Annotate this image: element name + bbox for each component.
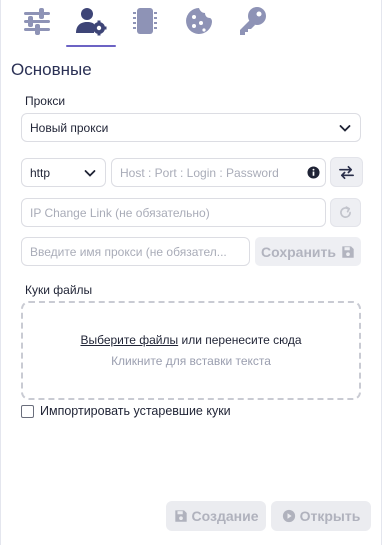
create-button[interactable]: Создание [166,501,266,531]
swap-button[interactable] [330,157,363,187]
swap-arrows-icon [339,165,354,179]
user-gear-icon [76,8,107,36]
tab-settings[interactable] [10,0,64,48]
chevron-down-icon [339,124,351,132]
open-label: Открыть [299,508,361,524]
cookies-label: Куки файлы [25,283,93,297]
import-old-cookies-row[interactable]: Импортировать устаревшие куки [21,404,231,418]
save-button[interactable]: Сохранить [255,237,361,266]
import-old-cookies-checkbox[interactable] [21,404,34,418]
name-input[interactable]: Введите имя прокси (не обязател... [30,245,227,259]
create-label: Создание [191,508,259,524]
proxy-select[interactable]: Новый прокси [21,113,361,142]
proxy-label: Прокси [25,94,66,108]
change-link-input[interactable] [30,205,325,220]
cookie-drop-zone[interactable]: Выберите файлы или перенесите сюда Кликн… [21,301,361,400]
info-icon[interactable] [307,166,320,179]
import-old-cookies-label: Импортировать устаревшие куки [40,404,231,418]
select-files-link[interactable]: Выберите файлы [80,333,178,347]
open-button[interactable]: Открыть [271,501,371,531]
change-link-wrap [21,198,326,227]
refresh-icon [340,206,351,218]
protocol-value: http [30,165,51,180]
host-input[interactable] [120,165,307,180]
floppy-icon [342,245,354,258]
name-input-wrap: Введите имя прокси (не обязател... [21,237,250,266]
floppy-icon [174,510,187,522]
paste-hint[interactable]: Кликните для вставки текста [111,354,271,368]
host-input-wrap [111,158,326,187]
tab-cookies[interactable] [172,0,226,48]
cookie-icon [186,8,212,34]
save-label: Сохранить [261,243,336,260]
drop-text: или перенесите сюда [181,333,302,347]
refresh-button[interactable] [330,198,361,227]
protocol-select[interactable]: http [21,158,106,187]
tab-bar [10,0,280,48]
tab-keys[interactable] [226,0,280,48]
tab-profile[interactable] [64,0,118,48]
tab-hardware[interactable] [118,0,172,48]
proxy-select-value: Новый прокси [30,120,109,135]
chip-icon [133,8,157,34]
play-icon [282,509,295,523]
sliders-icon [24,8,50,35]
chevron-down-icon [84,169,96,177]
section-title: Основные [11,60,92,79]
drop-instructions: Выберите файлы или перенесите сюда [80,333,301,347]
key-icon [240,7,266,35]
panel-frame [0,0,382,545]
